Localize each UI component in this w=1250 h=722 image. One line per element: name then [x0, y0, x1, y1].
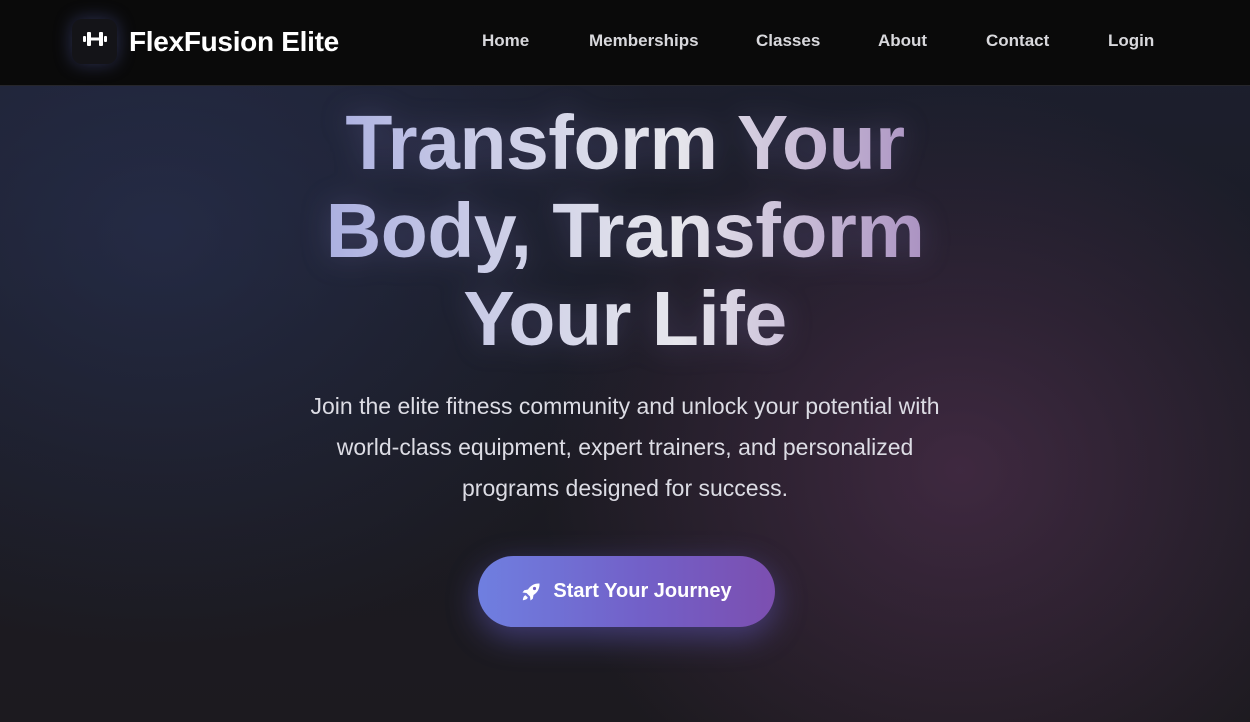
start-journey-button[interactable]: Start Your Journey	[478, 556, 775, 627]
hero-headline: Transform Your Body, Transform Your Life	[100, 99, 1150, 363]
hero-headline-line-1: Transform Your	[345, 100, 905, 186]
hero-headline-line-2: Body, Transform	[325, 188, 925, 274]
hero-subtitle-line-2: world-class equipment, expert trainers, …	[336, 434, 914, 460]
nav-memberships[interactable]: Memberships	[589, 31, 699, 51]
nav-contact[interactable]: Contact	[986, 31, 1049, 51]
page: FlexFusion Elite Home Memberships Classe…	[0, 0, 1250, 722]
nav-menu: Home Memberships Classes About Contact L…	[0, 0, 1250, 85]
start-journey-label: Start Your Journey	[553, 580, 732, 602]
nav-login[interactable]: Login	[1108, 31, 1154, 51]
nav-about[interactable]: About	[878, 31, 927, 51]
navbar: FlexFusion Elite Home Memberships Classe…	[0, 0, 1250, 86]
hero-subtitle-line-3: programs designed for success.	[462, 475, 788, 501]
hero-subtitle: Join the elite fitness community and unl…	[260, 386, 990, 509]
hero-section: Transform Your Body, Transform Your Life…	[0, 85, 1250, 722]
hero-headline-line-3: Your Life	[463, 276, 787, 362]
rocket-icon	[521, 582, 541, 602]
hero-subtitle-line-1: Join the elite fitness community and unl…	[310, 393, 940, 419]
nav-classes[interactable]: Classes	[756, 31, 820, 51]
nav-home[interactable]: Home	[482, 31, 529, 51]
